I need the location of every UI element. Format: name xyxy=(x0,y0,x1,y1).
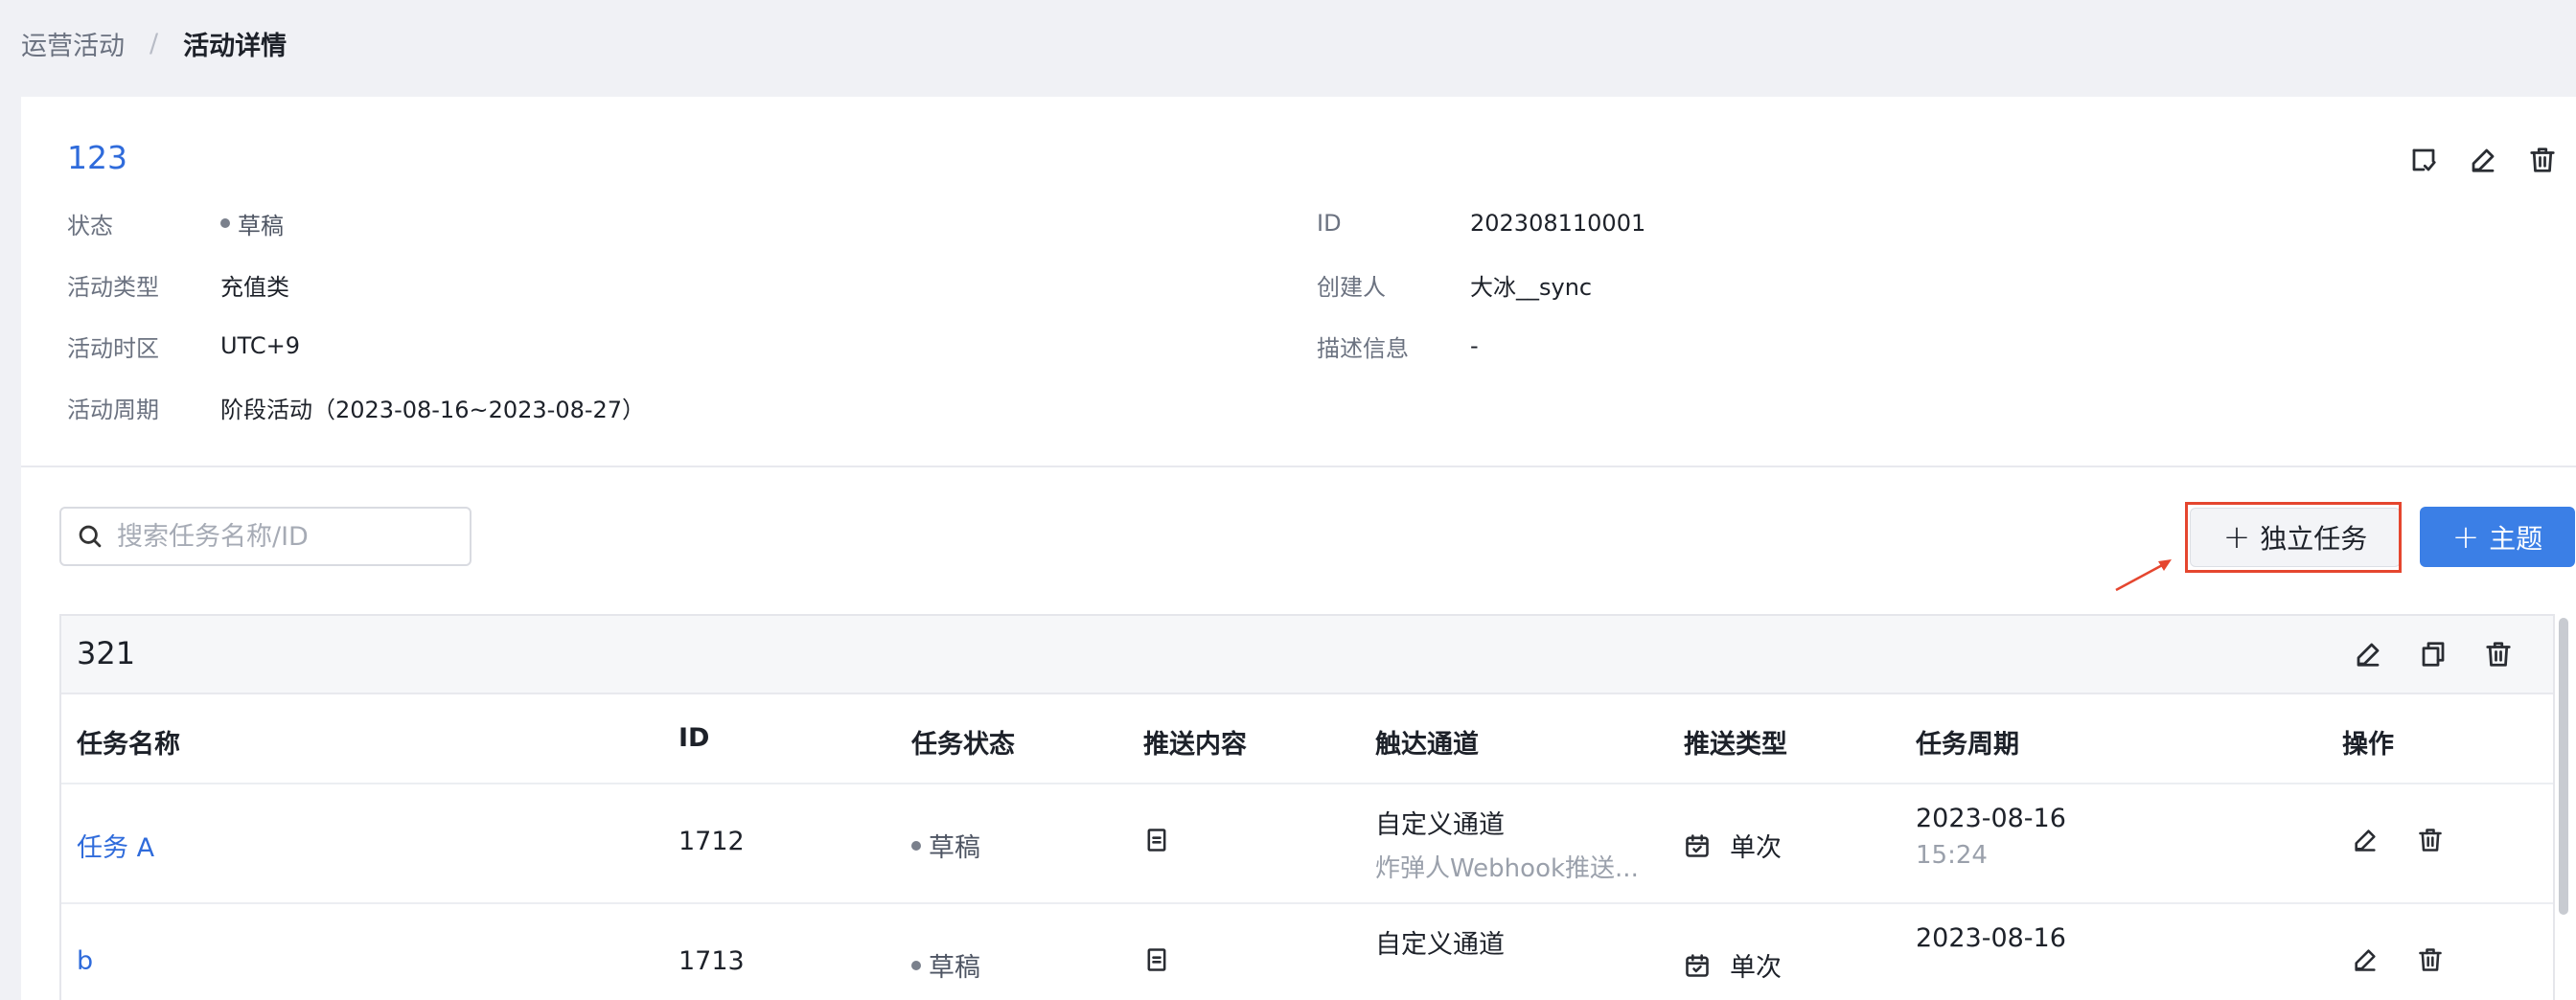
breadcrumb: 运营活动 / 活动详情 xyxy=(21,25,287,62)
push-type-cell: 单次 xyxy=(1684,827,1782,864)
task-status: 草稿 xyxy=(911,946,980,984)
document-icon[interactable] xyxy=(1143,946,1170,973)
panel-scrollbar[interactable] xyxy=(2559,618,2568,915)
field-description: 描述信息 - xyxy=(1317,330,1479,362)
checklist-icon[interactable] xyxy=(2407,144,2440,176)
status-dot xyxy=(911,960,921,970)
channel-name: 自定义通道 xyxy=(1375,930,1505,960)
delete-icon[interactable] xyxy=(2417,946,2444,973)
calendar-check-icon xyxy=(1686,833,1709,857)
field-value: UTC+9 xyxy=(220,332,300,359)
plus-icon: + xyxy=(2451,517,2480,557)
add-topic-button[interactable]: + 主题 xyxy=(2420,507,2575,567)
column-header: 触达通道 xyxy=(1375,730,1479,760)
field-value: 大冰__sync xyxy=(1470,273,1593,301)
push-type-cell: 单次 xyxy=(1684,946,1782,984)
field-label: 状态 xyxy=(67,212,113,239)
delete-icon[interactable] xyxy=(2417,827,2444,853)
table-row: b 1713 草稿 自定义通道 单次 2023-08-16 xyxy=(61,904,2553,1000)
column-header: 推送内容 xyxy=(1143,730,1247,760)
status-text: 草稿 xyxy=(929,833,980,863)
status-text: 草稿 xyxy=(929,953,980,983)
topic-actions xyxy=(2352,638,2515,670)
status-value: 草稿 xyxy=(238,212,284,239)
activity-actions xyxy=(2407,144,2559,176)
annotation-arrow-icon xyxy=(2115,559,2172,592)
channel-cell: 自定义通道 xyxy=(1375,923,1505,961)
task-search[interactable] xyxy=(59,507,472,566)
field-id: ID 202308110001 xyxy=(1317,207,1645,239)
field-value: 充值类 xyxy=(220,273,289,301)
field-timezone: 活动时区 UTC+9 xyxy=(67,330,300,362)
copy-icon[interactable] xyxy=(2417,638,2450,670)
topic-panel-header: 321 xyxy=(61,616,2553,694)
field-label: 活动时区 xyxy=(67,334,159,362)
breadcrumb-separator: / xyxy=(150,29,159,58)
task-id: 1712 xyxy=(678,827,745,856)
add-standalone-task-button[interactable]: + 独立任务 xyxy=(2190,508,2401,567)
button-label: 独立任务 xyxy=(2260,523,2368,555)
delete-icon[interactable] xyxy=(2526,144,2559,176)
column-header: 任务名称 xyxy=(77,730,180,760)
period-date: 2023-08-16 xyxy=(1916,923,2066,953)
channel-cell: 自定义通道 炸弹人Webhook推送... xyxy=(1375,804,1639,884)
search-icon xyxy=(79,525,102,548)
field-label: 描述信息 xyxy=(1317,334,1409,362)
topic-title: 321 xyxy=(77,635,136,671)
field-label: 创建人 xyxy=(1317,273,1386,301)
field-status: 状态 草稿 xyxy=(67,207,284,239)
column-header: 任务周期 xyxy=(1916,730,2019,760)
edit-icon[interactable] xyxy=(2352,638,2384,670)
push-type-text: 单次 xyxy=(1730,833,1782,863)
status-dot xyxy=(911,840,921,851)
channel-name: 自定义通道 xyxy=(1375,810,1505,840)
column-header: 推送类型 xyxy=(1684,730,1787,760)
column-header: ID xyxy=(678,723,710,753)
section-divider xyxy=(21,466,2576,467)
push-content-cell[interactable] xyxy=(1143,946,1170,980)
activity-title: 123 xyxy=(67,139,127,176)
period-cell: 2023-08-16 15:24 xyxy=(1916,804,2066,870)
field-creator: 创建人 大冰__sync xyxy=(1317,268,1592,301)
row-actions xyxy=(2352,946,2444,973)
task-name-link[interactable]: 任务 A xyxy=(77,827,154,864)
period-time: 15:24 xyxy=(1916,841,1988,870)
column-header: 操作 xyxy=(2342,730,2394,760)
edit-icon[interactable] xyxy=(2352,946,2379,973)
breadcrumb-parent[interactable]: 运营活动 xyxy=(21,25,125,62)
document-icon[interactable] xyxy=(1143,827,1170,853)
status-dot xyxy=(220,218,230,228)
task-name-link[interactable]: b xyxy=(77,946,93,976)
search-input[interactable] xyxy=(115,520,445,553)
channel-detail: 炸弹人Webhook推送... xyxy=(1375,854,1639,883)
calendar-check-icon xyxy=(1686,953,1709,977)
delete-icon[interactable] xyxy=(2482,638,2515,670)
edit-icon[interactable] xyxy=(2467,144,2499,176)
push-type-text: 单次 xyxy=(1730,953,1782,983)
table-row: 任务 A 1712 草稿 自定义通道 炸弹人Webhook推送... 单次 20… xyxy=(61,784,2553,904)
breadcrumb-current: 活动详情 xyxy=(183,32,288,61)
push-content-cell[interactable] xyxy=(1143,827,1170,860)
field-label: ID xyxy=(1317,210,1342,237)
button-label: 主题 xyxy=(2489,522,2543,555)
field-label: 活动周期 xyxy=(67,396,159,423)
topic-panel: 321 任务名称 ID 任务状态 推送内容 触达通道 推送类型 任务周期 操作 … xyxy=(59,614,2555,1000)
field-value: 202308110001 xyxy=(1470,210,1646,237)
column-header: 任务状态 xyxy=(911,730,1015,760)
field-value: - xyxy=(1470,332,1479,359)
task-status: 草稿 xyxy=(911,827,980,864)
task-id: 1713 xyxy=(678,946,745,976)
field-label: 活动类型 xyxy=(67,273,159,301)
plus-icon: + xyxy=(2222,518,2251,557)
field-period: 活动周期 阶段活动（2023-08-16~2023-08-27） xyxy=(67,391,645,423)
row-actions xyxy=(2352,827,2444,853)
field-activity-type: 活动类型 充值类 xyxy=(67,268,289,301)
period-cell: 2023-08-16 xyxy=(1916,923,2066,953)
edit-icon[interactable] xyxy=(2352,827,2379,853)
period-date: 2023-08-16 xyxy=(1916,804,2066,833)
table-header: 任务名称 ID 任务状态 推送内容 触达通道 推送类型 任务周期 操作 xyxy=(61,694,2553,784)
field-value: 阶段活动（2023-08-16~2023-08-27） xyxy=(220,396,646,423)
